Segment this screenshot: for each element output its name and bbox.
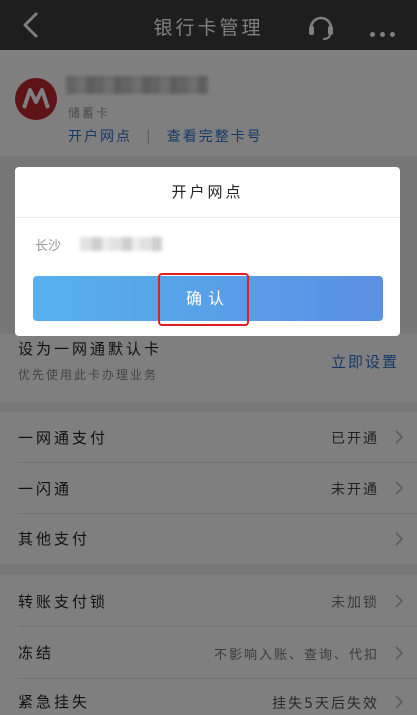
dialog-title: 开户网点 — [171, 183, 244, 201]
dialog-divider — [15, 217, 400, 218]
modal-backdrop[interactable] — [0, 0, 417, 715]
branch-name-redacted — [80, 237, 162, 251]
branch-name: 长沙 — [35, 239, 62, 254]
confirm-button[interactable]: 确认 — [33, 276, 383, 321]
branch-dialog: 开户网点 长沙 确认 — [15, 167, 400, 336]
